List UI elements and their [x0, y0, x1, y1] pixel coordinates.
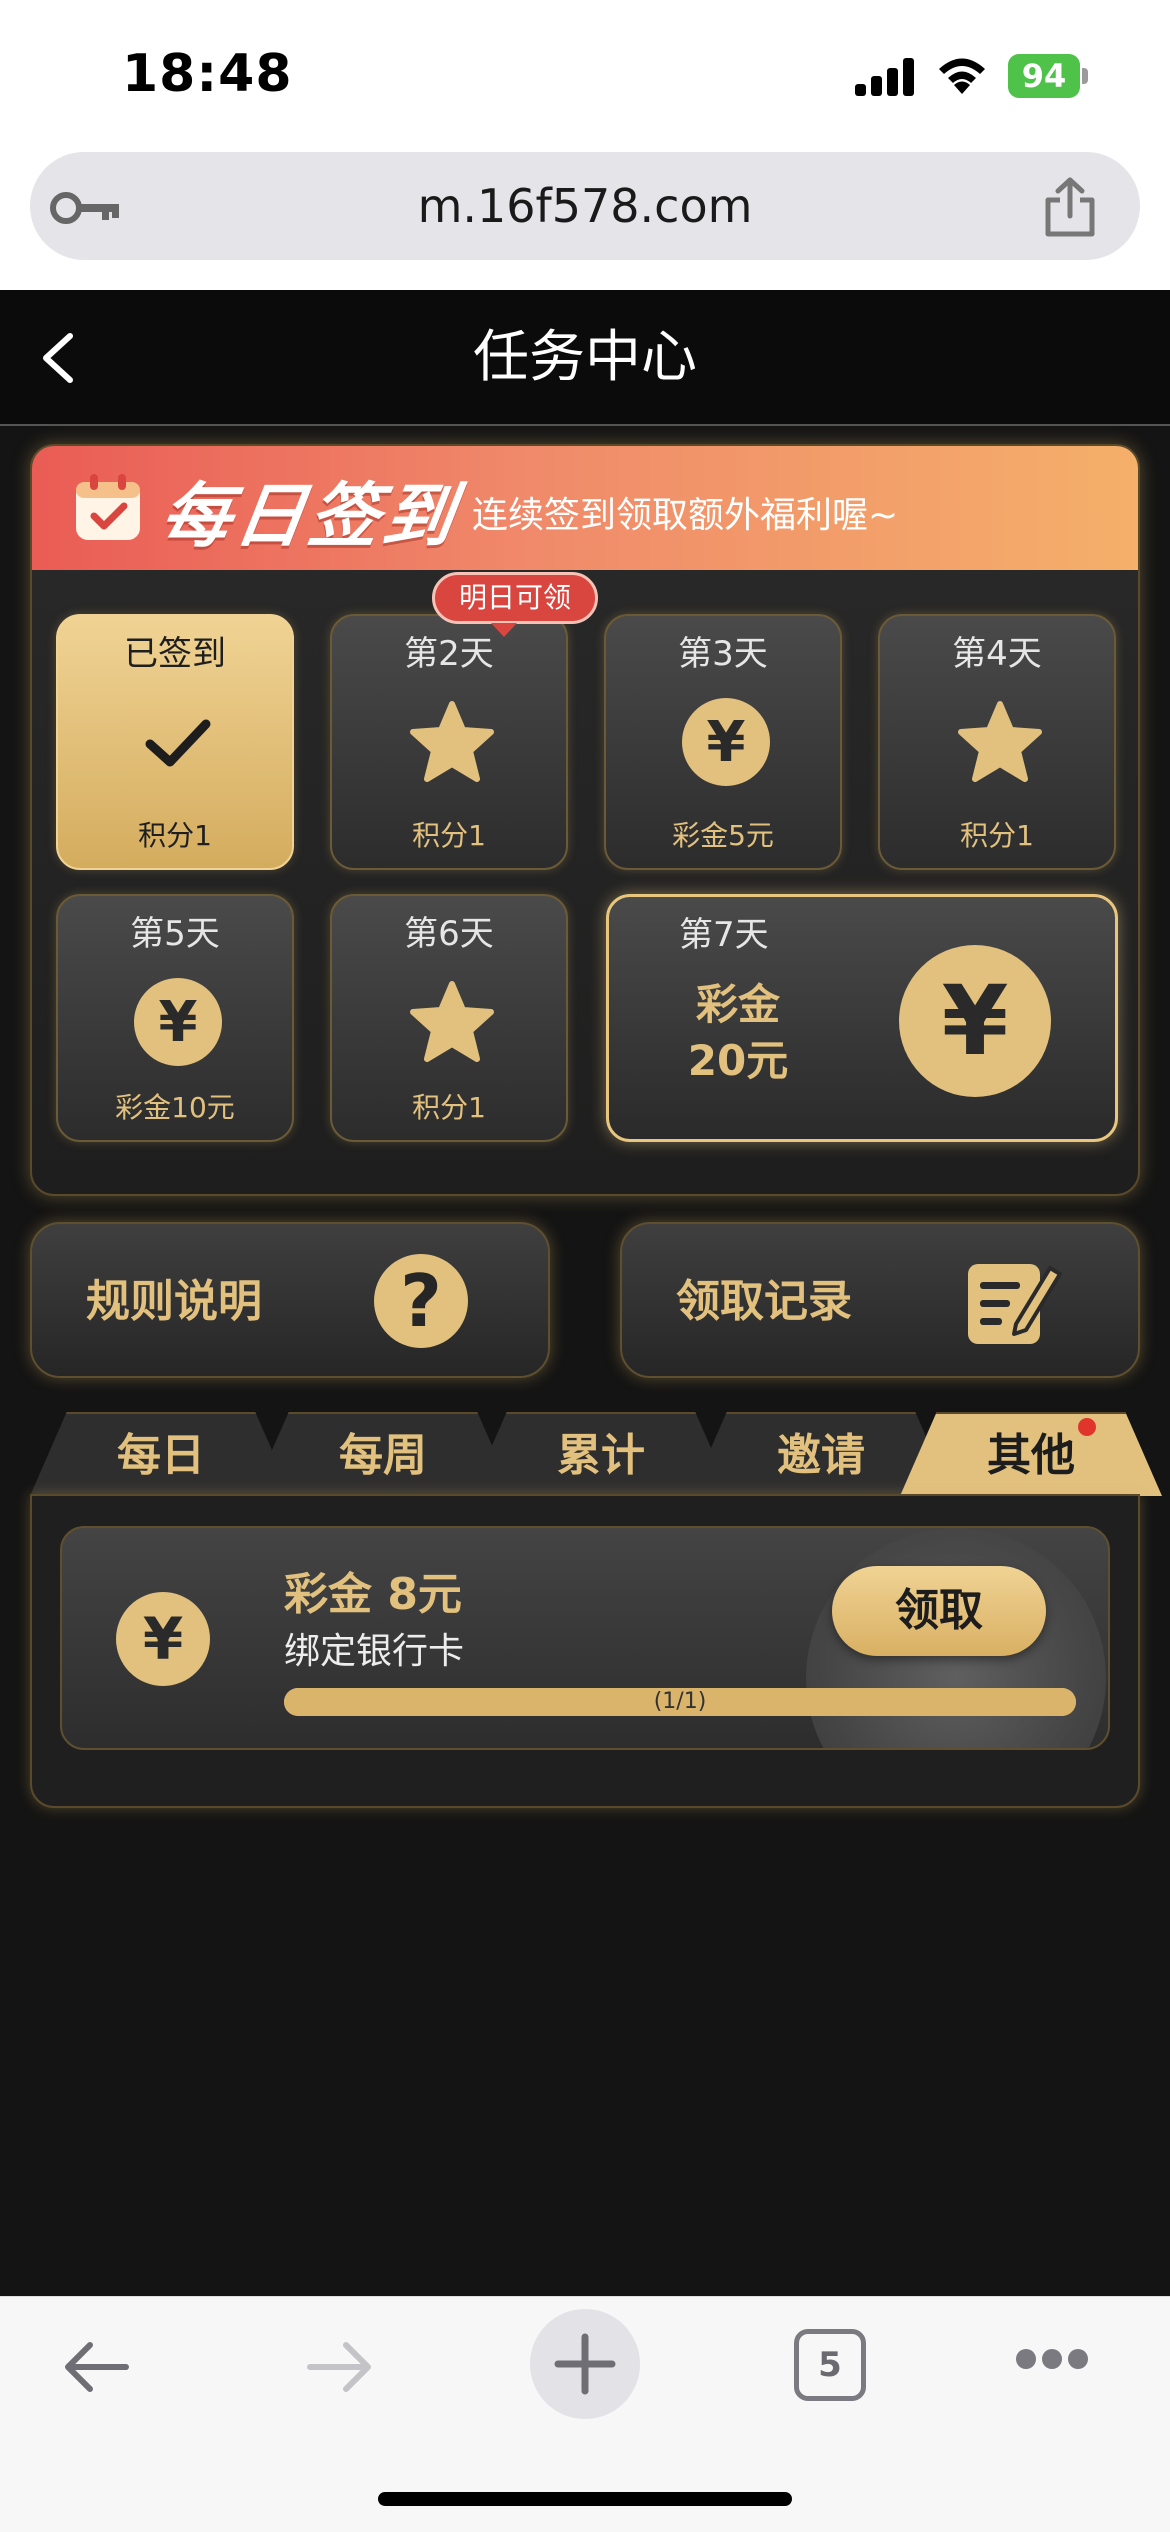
claim-button[interactable]: 领取: [832, 1566, 1046, 1656]
new-tab-button[interactable]: [530, 2309, 640, 2419]
edit-note-icon: [968, 1264, 1062, 1344]
battery-icon: 94: [1008, 54, 1088, 98]
day-reward: 积分1: [138, 819, 212, 852]
day7-reward-amount: 20元: [687, 1036, 789, 1085]
task-progress-bar: (1/1): [284, 1688, 1076, 1716]
signin-banner: 每日签到 连续签到领取额外福利喔~: [32, 446, 1138, 570]
status-time: 18:48: [122, 44, 293, 104]
day-label: 第2天: [404, 634, 494, 674]
day-reward: 积分1: [412, 819, 486, 852]
browser-address-bar: m.16f578.com: [0, 150, 1170, 290]
page-title: 任务中心: [473, 325, 697, 390]
task-progress-text: (1/1): [653, 1689, 707, 1714]
url-text[interactable]: m.16f578.com: [30, 152, 1140, 260]
signin-day-4[interactable]: 第4天 积分1: [878, 614, 1116, 870]
tomorrow-claimable-badge: 明日可领: [432, 572, 598, 637]
share-icon[interactable]: [1040, 176, 1100, 238]
task-tabs: 每日 每周 累计 邀请 其他: [30, 1412, 1162, 1496]
tab-weekly[interactable]: 每周: [252, 1412, 514, 1496]
banner-subtitle: 连续签到领取额外福利喔~: [472, 495, 899, 536]
status-bar: 18:48 94: [0, 0, 1170, 150]
check-icon: [145, 719, 211, 767]
signin-day-3[interactable]: 第3天 ¥ 彩金5元: [604, 614, 842, 870]
signin-day-6[interactable]: 第6天 积分1: [330, 894, 568, 1142]
banner-title: 每日签到: [155, 475, 463, 557]
tab-daily[interactable]: 每日: [30, 1412, 292, 1496]
rules-button[interactable]: 规则说明 ?: [30, 1222, 550, 1378]
signin-day-2[interactable]: 第2天 积分1: [330, 614, 568, 870]
home-indicator: [378, 2492, 792, 2506]
day-label: 第5天: [130, 914, 220, 954]
plus-icon: [554, 2333, 616, 2395]
day-label: 已签到: [124, 634, 226, 674]
notification-dot: [1078, 1418, 1096, 1436]
wifi-icon: [939, 58, 985, 94]
tab-switcher-button[interactable]: 5: [794, 2329, 866, 2401]
day-reward: 彩金5元: [672, 819, 774, 852]
day-label: 第7天: [679, 915, 769, 955]
day-label: 第4天: [952, 634, 1042, 674]
records-button[interactable]: 领取记录: [620, 1222, 1140, 1378]
records-label: 领取记录: [676, 1276, 852, 1327]
star-icon: [410, 981, 494, 1062]
day-label: 第3天: [678, 634, 768, 674]
daily-signin-panel: 每日签到 连续签到领取额外福利喔~ 已签到 积分1 第2天 积分1 第3天 ¥ …: [30, 444, 1140, 1196]
calendar-check-icon: [76, 474, 140, 540]
yen-coin-icon: ¥: [134, 978, 222, 1066]
star-icon: [410, 701, 494, 782]
task-description: 绑定银行卡: [284, 1631, 465, 1672]
day7-reward: 彩金 20元: [673, 977, 803, 1089]
yen-coin-icon: ¥: [899, 945, 1051, 1097]
task-list-panel: ¥ 彩金 8元 绑定银行卡 (1/1) 领取: [30, 1494, 1140, 1808]
day-reward: 彩金10元: [115, 1091, 235, 1124]
battery-level: 94: [1021, 57, 1067, 95]
tab-other[interactable]: 其他: [900, 1412, 1162, 1496]
day7-reward-type: 彩金: [695, 980, 780, 1029]
yen-coin-icon: ¥: [116, 1592, 210, 1686]
yen-coin-icon: ¥: [682, 698, 770, 786]
cellular-signal-icon: [855, 56, 915, 96]
day-reward: 积分1: [412, 1091, 486, 1124]
page-header: 任务中心: [0, 290, 1170, 426]
signin-day-7[interactable]: 第7天 彩金 20元 ¥: [606, 894, 1118, 1142]
tab-cumulative[interactable]: 累计: [470, 1412, 732, 1496]
task-title: 彩金 8元: [284, 1569, 462, 1620]
star-icon: [958, 701, 1042, 782]
task-item: ¥ 彩金 8元 绑定银行卡 (1/1) 领取: [60, 1526, 1110, 1750]
signin-day-5[interactable]: 第5天 ¥ 彩金10元: [56, 894, 294, 1142]
more-icon[interactable]: [1016, 2349, 1088, 2373]
day-reward: 积分1: [960, 819, 1034, 852]
forward-arrow-icon[interactable]: [304, 2337, 376, 2397]
day-label: 第6天: [404, 914, 494, 954]
question-icon: ?: [374, 1254, 468, 1348]
url-field[interactable]: m.16f578.com: [30, 152, 1140, 260]
rules-label: 规则说明: [86, 1276, 262, 1327]
back-arrow-icon[interactable]: [60, 2337, 132, 2397]
signin-day-1[interactable]: 已签到 积分1: [56, 614, 294, 870]
